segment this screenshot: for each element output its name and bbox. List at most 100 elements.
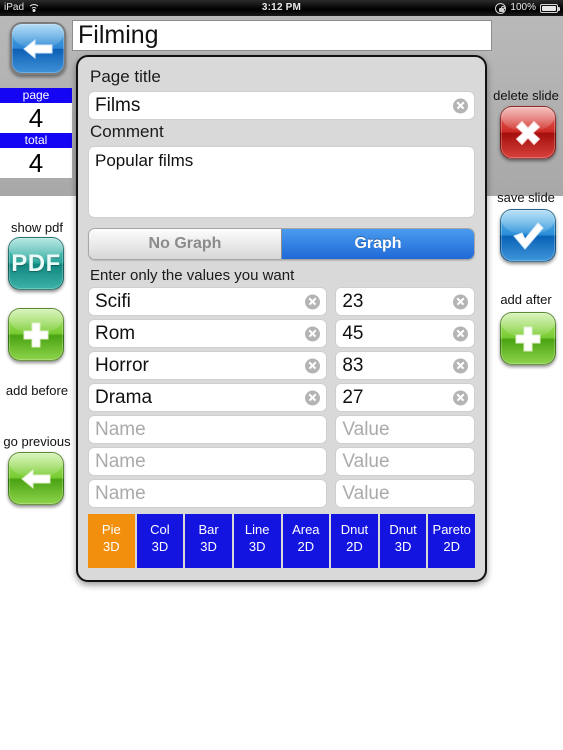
comment-textarea[interactable]: Popular films: [88, 146, 475, 218]
delete-slide-button[interactable]: [500, 106, 556, 159]
clear-icon[interactable]: [453, 358, 468, 373]
battery-icon: [540, 3, 560, 13]
values-instruction-label: Enter only the values you want: [90, 267, 295, 284]
row-4-name-input[interactable]: Name: [88, 415, 328, 444]
chart-type-pie-3d-button[interactable]: Pie 3D: [88, 514, 135, 568]
save-slide-button[interactable]: [500, 209, 556, 262]
status-bar: iPad 3:12 PM 100%: [0, 0, 563, 16]
clear-icon[interactable]: [305, 294, 321, 309]
battery-percent-label: 100%: [510, 2, 536, 13]
chart-type-dimension: 3D: [394, 539, 412, 554]
chart-type-dimension: 2D: [346, 539, 363, 554]
segment-no-graph[interactable]: No Graph: [89, 229, 281, 259]
clear-icon[interactable]: [453, 98, 468, 113]
chart-type-dimension: 3D: [151, 539, 169, 554]
row-3-value-input[interactable]: 27: [335, 383, 475, 412]
add-after-button[interactable]: [500, 312, 556, 365]
chart-type-dimension: 3D: [200, 539, 217, 554]
arrow-left-icon: [23, 38, 53, 59]
values-rows: Scifi 23 Rom 45 Horror 83 Drama 27 Name Value Name…: [88, 287, 475, 508]
slide-editor-panel: Page title Films Comment Popular films N…: [76, 55, 487, 582]
page-title-label: Page title: [90, 67, 161, 86]
x-icon: [515, 120, 541, 145]
chart-type-area-2d-button[interactable]: Area 2D: [282, 514, 330, 568]
row-5-value-input-text: Value: [342, 451, 390, 472]
row-4-name-input-text: Name: [95, 419, 146, 440]
page-counter-label: page: [0, 88, 72, 103]
chart-type-dimension: 3D: [248, 539, 266, 554]
rotation-lock-icon: [495, 2, 507, 14]
plus-icon: [515, 326, 541, 351]
checkmark-icon: [513, 221, 544, 250]
row-2-value-input[interactable]: 83: [335, 351, 475, 380]
chart-type-col-3d-button[interactable]: Col 3D: [136, 514, 184, 568]
row-6-name-input-text: Name: [95, 483, 146, 504]
value-row: Rom 45: [88, 319, 475, 348]
show-pdf-label: show pdf: [10, 220, 64, 235]
row-1-value-input-text: 45: [342, 323, 364, 344]
row-0-value-input-text: 23: [342, 291, 364, 312]
row-5-name-input[interactable]: Name: [88, 447, 328, 476]
value-row: Name Value: [88, 479, 475, 508]
status-bar-right: 100%: [495, 0, 560, 16]
document-title-field[interactable]: Filming: [72, 20, 492, 51]
row-5-value-input[interactable]: Value: [335, 447, 475, 476]
total-counter-label: total: [0, 133, 72, 148]
chart-type-name: Dnut: [340, 522, 369, 537]
row-1-name-input[interactable]: Rom: [88, 319, 328, 348]
value-row: Drama 27: [88, 383, 475, 412]
segment-graph[interactable]: Graph: [281, 229, 474, 259]
row-4-value-input-text: Value: [342, 419, 390, 440]
ipad-screen: iPad 3:12 PM 100% Filming page 4 total 4…: [0, 0, 563, 750]
row-4-value-input[interactable]: Value: [335, 415, 475, 444]
show-pdf-button[interactable]: PDF: [8, 237, 64, 290]
chart-type-dnut-3d-button[interactable]: Dnut 3D: [379, 514, 427, 568]
row-1-name-input-text: Rom: [95, 323, 136, 344]
graph-mode-segmented-control[interactable]: No Graph Graph: [88, 228, 475, 260]
chart-type-line-3d-button[interactable]: Line 3D: [233, 514, 281, 568]
value-row: Horror 83: [88, 351, 475, 380]
add-before-label: add before: [5, 383, 69, 398]
row-0-name-input[interactable]: Scifi: [88, 287, 328, 316]
row-6-value-input-text: Value: [342, 483, 390, 504]
row-6-name-input[interactable]: Name: [88, 479, 328, 508]
clear-icon[interactable]: [453, 326, 468, 341]
back-button[interactable]: [10, 22, 66, 75]
row-3-name-input[interactable]: Drama: [88, 383, 328, 412]
chart-type-name: Pie: [101, 522, 121, 537]
add-before-button[interactable]: [8, 308, 64, 361]
value-row: Scifi 23: [88, 287, 475, 316]
delete-slide-label: delete slide: [493, 88, 559, 103]
clear-icon[interactable]: [453, 294, 468, 309]
row-3-value-input-text: 27: [342, 387, 364, 408]
page-counter-value: 4: [0, 103, 72, 133]
go-previous-button[interactable]: [8, 452, 64, 505]
row-1-value-input[interactable]: 45: [335, 319, 475, 348]
chart-type-name: Dnut: [389, 522, 417, 537]
row-6-value-input[interactable]: Value: [335, 479, 475, 508]
chart-type-pareto-2d-button[interactable]: Pareto 2D: [428, 514, 475, 568]
chart-type-name: Area: [292, 522, 320, 537]
clear-icon[interactable]: [305, 358, 321, 373]
chart-type-bar-3d-button[interactable]: Bar 3D: [185, 514, 232, 568]
chart-type-dimension: 2D: [443, 539, 460, 554]
row-3-name-input-text: Drama: [95, 387, 153, 408]
chart-type-dimension: 3D: [103, 539, 120, 554]
clear-icon[interactable]: [453, 390, 468, 405]
chart-type-name: Col: [150, 522, 170, 537]
arrow-left-icon: [21, 468, 51, 489]
page-title-input[interactable]: Films: [88, 91, 475, 120]
clear-icon[interactable]: [305, 390, 321, 405]
row-0-value-input[interactable]: 23: [335, 287, 475, 316]
chart-type-name: Bar: [198, 522, 219, 537]
value-row: Name Value: [88, 415, 475, 444]
comment-label: Comment: [90, 122, 164, 141]
row-2-name-input[interactable]: Horror: [88, 351, 328, 380]
total-counter-value: 4: [0, 148, 72, 178]
chart-type-buttons: Pie 3D Col 3D Bar 3D Line 3D Area 2D Dnut 2D Dnut 3D P…: [88, 514, 475, 568]
row-2-value-input-text: 83: [342, 355, 364, 376]
clear-icon[interactable]: [305, 326, 321, 341]
save-slide-label: save slide: [497, 190, 555, 205]
row-5-name-input-text: Name: [95, 451, 146, 472]
chart-type-dnut-2d-button[interactable]: Dnut 2D: [331, 514, 378, 568]
